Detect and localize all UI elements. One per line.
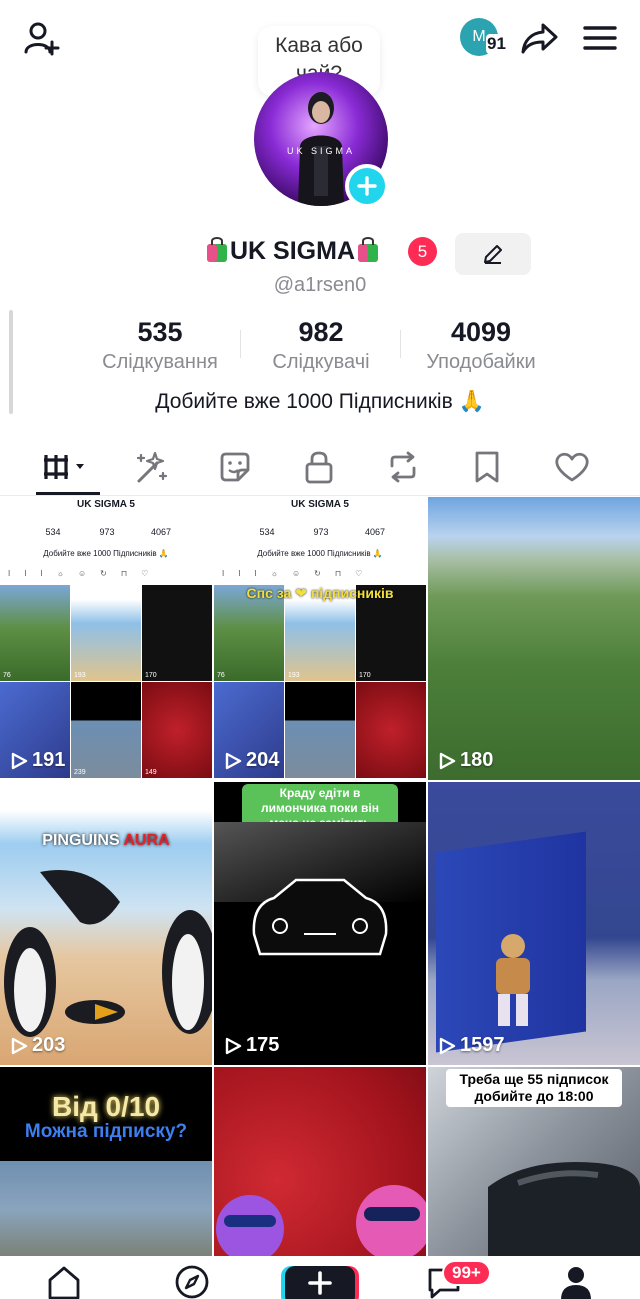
play-icon xyxy=(225,752,242,769)
tabs-divider xyxy=(0,495,640,496)
tab-stickers[interactable] xyxy=(205,444,265,490)
shopping-bag-icon xyxy=(358,237,378,262)
tab-reposts-sparkle[interactable] xyxy=(121,444,181,490)
sticker-icon xyxy=(220,452,250,482)
inbox-badge: 99+ xyxy=(442,1260,491,1286)
view-count: 191 xyxy=(10,749,65,772)
nav-home[interactable] xyxy=(34,1264,94,1299)
pencil-icon xyxy=(484,245,502,264)
mini-thumb: 239 xyxy=(71,682,141,778)
car-image xyxy=(252,878,388,956)
account-notification-count: 91 xyxy=(486,34,507,54)
videos-grid-icon xyxy=(44,455,84,479)
video-thumbnail[interactable]: 1597 xyxy=(428,782,640,1065)
profile-handle: @a1rsen0 xyxy=(273,274,367,296)
following-stat[interactable]: 535 Слідкування xyxy=(80,314,240,374)
tab-private[interactable] xyxy=(289,444,349,490)
bookmark-icon xyxy=(475,451,499,483)
nav-profile[interactable] xyxy=(546,1264,606,1299)
video-thumbnail[interactable]: UK SIGMA 5 534 973 4067 Добийте вже 1000… xyxy=(0,497,212,780)
mini-profile-screenshot: UK SIGMA 5 534 973 4067 Добийте вже 1000… xyxy=(0,497,212,780)
view-count: 1597 xyxy=(438,1034,505,1057)
mini-bio: Добийте вже 1000 Підписників 🙏 xyxy=(43,549,169,558)
play-icon xyxy=(225,1037,242,1054)
bottom-navigation: 99+ xyxy=(0,1256,640,1299)
view-count: 203 xyxy=(10,1034,65,1057)
mini-bio: Добийте вже 1000 Підписників 🙏 xyxy=(257,549,383,558)
brawl-characters xyxy=(216,1185,426,1259)
tab-liked[interactable] xyxy=(542,444,602,490)
mini-thumb: 170 xyxy=(142,585,212,681)
create-button[interactable] xyxy=(285,1266,355,1299)
repost-icon xyxy=(390,451,416,483)
avatar-caption: UK SIGMA xyxy=(286,146,355,156)
add-story-button[interactable] xyxy=(345,164,389,208)
lock-icon xyxy=(305,451,333,484)
name-badge[interactable]: 5 xyxy=(408,237,437,266)
profile-stats: 535 Слідкування 982 Слідкувачі 4099 Упод… xyxy=(0,314,640,378)
mini-header: UK SIGMA 5 xyxy=(77,499,135,510)
sparkle-wand-icon xyxy=(136,451,168,483)
penguins-image xyxy=(4,870,212,1037)
compass-icon xyxy=(175,1265,209,1299)
video-thumbnail[interactable]: UK SIGMA 5 534 973 4067 Добийте вже 1000… xyxy=(214,497,426,780)
nav-discover[interactable] xyxy=(162,1264,222,1299)
play-icon xyxy=(439,752,456,769)
overlay-caption: Спс за ❤ підписників xyxy=(246,585,394,601)
plus-icon xyxy=(308,1271,332,1295)
shopping-bag-icon xyxy=(207,237,227,262)
play-icon xyxy=(439,1037,456,1054)
followers-stat[interactable]: 982 Слідкувачі xyxy=(241,314,401,374)
share-icon[interactable] xyxy=(518,16,562,60)
account-switcher[interactable]: M 91 xyxy=(460,18,510,58)
view-count: 180 xyxy=(438,749,493,772)
mini-thumb xyxy=(285,682,355,778)
profile-name: UK SIGMA xyxy=(204,235,381,266)
profile-name-row: UK SIGMA 5 xyxy=(0,233,640,275)
thumbnail-title: Від 0/10 xyxy=(51,1091,161,1122)
caption-label: Треба ще 55 підписок добийте до 18:00 xyxy=(446,1069,622,1107)
car-image xyxy=(488,1162,640,1257)
heart-icon xyxy=(555,452,589,482)
likes-stat[interactable]: 4099 Уподобайки xyxy=(401,314,561,374)
home-icon xyxy=(48,1266,80,1299)
top-bar: Кава або чай? M 91 xyxy=(0,0,640,96)
edit-profile-button[interactable] xyxy=(455,233,531,275)
mini-thumb: 193 xyxy=(71,585,141,681)
view-count: 204 xyxy=(224,749,279,772)
profile-icon xyxy=(561,1267,591,1299)
view-count: 175 xyxy=(224,1034,279,1057)
add-friend-icon[interactable] xyxy=(20,16,64,60)
mini-tabs: III☼☺↻⊓♡ xyxy=(8,569,163,578)
play-icon xyxy=(11,1037,28,1054)
content-tabs xyxy=(0,438,640,496)
tab-reposts[interactable] xyxy=(373,444,433,490)
tab-videos[interactable] xyxy=(38,444,98,490)
game-scene xyxy=(0,1161,212,1259)
video-thumbnail[interactable]: PINGUINS AURA 203 xyxy=(0,782,212,1065)
video-thumbnail[interactable]: Краду едіти в лимончика поки він мене не… xyxy=(214,782,426,1065)
mini-thumb: 149 xyxy=(142,682,212,778)
thumbnail-subtitle: Можна підписку? xyxy=(24,1121,188,1142)
play-icon xyxy=(11,752,28,769)
mini-tabs: III☼☺↻⊓♡ xyxy=(222,569,377,578)
mini-thumb: 76 xyxy=(0,585,70,681)
thumbnail-title: PINGUINS AURA xyxy=(42,832,170,849)
menu-icon[interactable] xyxy=(578,16,622,60)
tab-saved[interactable] xyxy=(457,444,517,490)
mini-profile-screenshot: UK SIGMA 5 534 973 4067 Добийте вже 1000… xyxy=(214,497,426,780)
profile-bio: Добийте вже 1000 Підписників 🙏 xyxy=(155,390,485,413)
video-thumbnail[interactable]: 180 xyxy=(428,497,640,780)
game-character xyxy=(496,934,530,1026)
mini-thumb xyxy=(356,682,426,778)
plus-icon xyxy=(357,176,377,196)
mini-header: UK SIGMA 5 xyxy=(291,499,349,510)
